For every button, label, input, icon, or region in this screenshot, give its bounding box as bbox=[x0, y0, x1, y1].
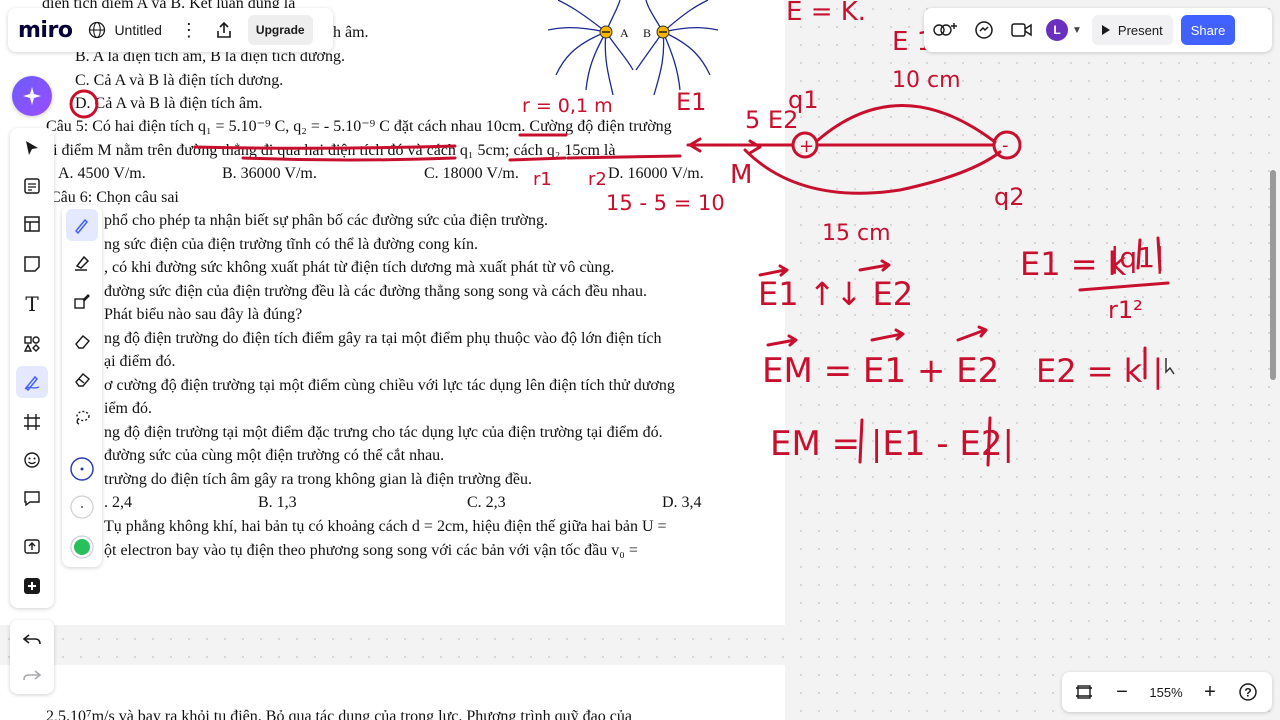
chat-icon[interactable] bbox=[970, 16, 998, 44]
text-icon[interactable]: T bbox=[16, 288, 48, 320]
shapes-icon[interactable] bbox=[16, 328, 48, 360]
doc-line: D. Cả A và B là điện tích âm. bbox=[75, 95, 263, 112]
comment-icon[interactable] bbox=[16, 482, 48, 514]
doc-line: ột electron bay vào tụ điện theo phương … bbox=[104, 542, 638, 559]
eraser-icon[interactable] bbox=[66, 325, 98, 357]
doc-line: ng sức điện của điện trường tĩnh có thể … bbox=[104, 236, 478, 253]
top-left-bar: miro Untitled ⋮ Upgrade bbox=[8, 8, 333, 52]
emoji-icon[interactable] bbox=[16, 444, 48, 476]
field-lines-figure: A B bbox=[548, 0, 718, 95]
export-icon[interactable] bbox=[214, 20, 234, 40]
play-icon bbox=[1101, 25, 1110, 35]
doc-line: C. Cả A và B là điện tích dương. bbox=[75, 72, 284, 89]
doc-line: h âm. bbox=[333, 24, 369, 41]
plus-icon[interactable] bbox=[16, 570, 48, 602]
frame-icon[interactable] bbox=[16, 406, 48, 438]
doc-line: iểm đó. bbox=[104, 400, 152, 417]
redo-icon[interactable] bbox=[16, 660, 48, 692]
figure-label-b: B bbox=[643, 26, 651, 40]
help-icon[interactable]: ? bbox=[1234, 678, 1262, 706]
present-label: Present bbox=[1117, 22, 1163, 38]
lasso-icon[interactable] bbox=[66, 401, 98, 433]
doc-line: phổ cho phép ta nhận biết sự phân bố các… bbox=[104, 212, 548, 229]
doc-line: ơ cường độ điện trường tại một điểm cùng… bbox=[104, 377, 675, 394]
zoom-bar: − 155% + ? bbox=[1062, 672, 1272, 712]
doc-line: , có khi đường sức không xuất phát từ đi… bbox=[104, 259, 615, 276]
pen-icon[interactable] bbox=[16, 366, 48, 398]
doc-line: đường sức của cùng một điện trường có th… bbox=[104, 447, 445, 464]
doc-answer: B. 1,3 bbox=[258, 494, 297, 511]
reactions-icon[interactable] bbox=[932, 16, 960, 44]
document-image: điện tích điểm A và B. Kết luận đúng là … bbox=[0, 0, 785, 625]
cursor-icon[interactable] bbox=[16, 132, 48, 164]
zoom-in-icon[interactable]: + bbox=[1196, 678, 1224, 706]
chevron-down-icon[interactable]: ▼ bbox=[1072, 25, 1082, 36]
highlighter-icon[interactable] bbox=[66, 247, 98, 279]
pen-icon[interactable] bbox=[66, 209, 98, 241]
object-eraser-icon[interactable] bbox=[66, 363, 98, 395]
doc-answer: D. 3,4 bbox=[662, 494, 702, 511]
zoom-out-icon[interactable]: − bbox=[1108, 678, 1136, 706]
video-icon[interactable] bbox=[1008, 16, 1036, 44]
sparkle-icon bbox=[23, 87, 41, 105]
pen-options-panel bbox=[62, 205, 102, 567]
doc-line: Tụ phẳng không khí, hai bản tụ có khoảng… bbox=[104, 518, 667, 535]
doc-line: ng độ điện trường tại một điểm đặc trưng… bbox=[104, 424, 663, 441]
doc-line: ng độ điện trường do điện tích điểm gây … bbox=[104, 330, 662, 347]
svg-text:?: ? bbox=[1244, 686, 1251, 700]
zoom-level[interactable]: 155% bbox=[1136, 685, 1196, 700]
doc-line: 2,5.10⁷m/s và bay ra khỏi tụ điện. Bỏ qu… bbox=[46, 708, 632, 720]
color-white-icon[interactable] bbox=[66, 491, 98, 523]
upload-icon[interactable] bbox=[16, 530, 48, 562]
document-image-bottom: 2,5.10⁷m/s và bay ra khỏi tụ điện. Bỏ qu… bbox=[0, 665, 785, 720]
doc-answer: D. 16000 V/m. bbox=[608, 165, 704, 182]
globe-icon[interactable] bbox=[88, 21, 106, 39]
miro-logo[interactable]: miro bbox=[18, 18, 73, 43]
present-button[interactable]: Present bbox=[1091, 15, 1173, 45]
undo-icon[interactable] bbox=[16, 624, 48, 656]
table-icon[interactable] bbox=[16, 208, 48, 240]
doc-answer: C. 18000 V/m. bbox=[424, 165, 519, 182]
doc-line: ại điểm đó. bbox=[104, 353, 176, 370]
doc-line: trường do điện tích âm gây ra trong khôn… bbox=[104, 471, 532, 488]
share-button[interactable]: Share bbox=[1180, 15, 1236, 45]
more-menu-icon[interactable]: ⋮ bbox=[180, 20, 198, 41]
pen-shape-icon[interactable] bbox=[66, 285, 98, 317]
ai-assist-button[interactable] bbox=[12, 76, 52, 116]
color-blue-icon[interactable] bbox=[66, 453, 98, 485]
doc-answer: B. 36000 V/m. bbox=[222, 165, 317, 182]
doc-answer: . 2,4 bbox=[104, 494, 132, 511]
doc-answer: C. 2,3 bbox=[467, 494, 506, 511]
figure-label-a: A bbox=[620, 26, 629, 40]
sticky-template-icon[interactable] bbox=[16, 170, 48, 202]
scrollbar-thumb[interactable] bbox=[1270, 170, 1276, 380]
undo-redo-bar bbox=[10, 620, 54, 694]
color-green-icon[interactable] bbox=[66, 531, 98, 563]
doc-line: đường sức điện của điện trường đều là cá… bbox=[104, 283, 648, 300]
doc-line: ại điểm M nằm trên đường thẳng đi qua ha… bbox=[46, 142, 616, 159]
top-right-bar: L ▼ Present Share bbox=[924, 8, 1272, 52]
doc-answer: A. 4500 V/m. bbox=[58, 165, 146, 182]
left-toolbar: T bbox=[10, 128, 54, 608]
avatar[interactable]: L bbox=[1046, 19, 1068, 41]
doc-line: Câu 5: Có hai điện tích q₁ = 5.10⁻⁹ C, q… bbox=[46, 118, 672, 135]
board-title[interactable]: Untitled bbox=[114, 22, 161, 38]
doc-line: Phát biểu nào sau đây là đúng? bbox=[104, 306, 303, 323]
sticky-note-icon[interactable] bbox=[16, 248, 48, 280]
upgrade-button[interactable]: Upgrade bbox=[247, 15, 313, 45]
fit-to-screen-icon[interactable] bbox=[1070, 678, 1098, 706]
